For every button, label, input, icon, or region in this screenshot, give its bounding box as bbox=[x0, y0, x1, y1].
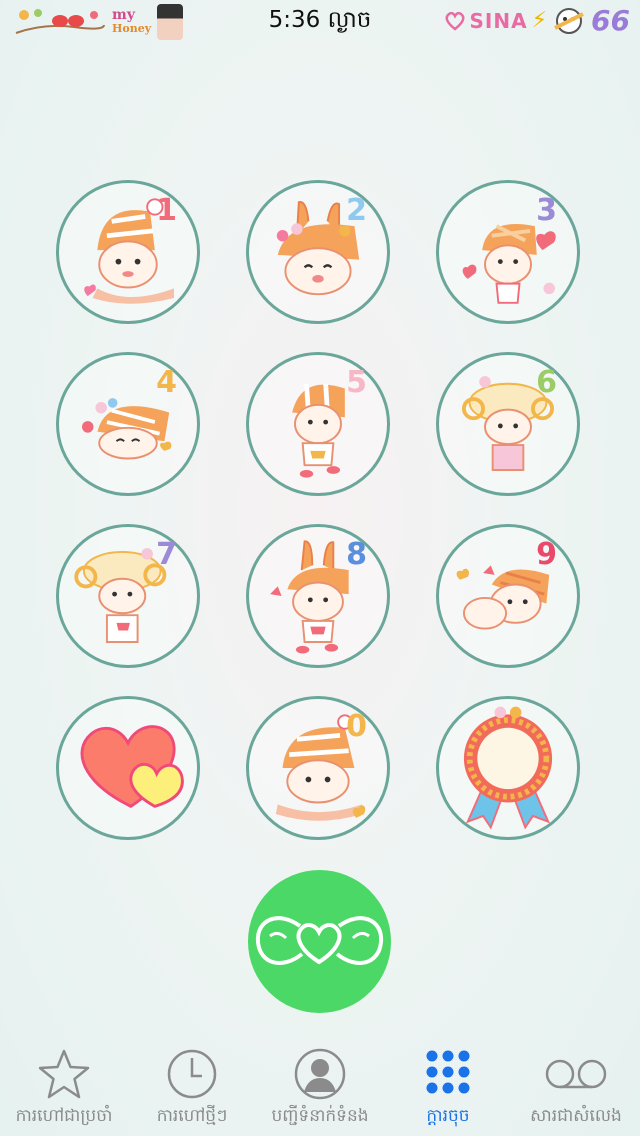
key-6[interactable]: 6 bbox=[436, 352, 580, 496]
tab-recents-label: ការហៅថ្មីៗ bbox=[156, 1106, 228, 1126]
call-button[interactable] bbox=[248, 870, 391, 1013]
badge-ribbon-icon bbox=[463, 706, 553, 830]
key-2[interactable]: 2 bbox=[246, 180, 390, 324]
digit-label: 1 bbox=[156, 193, 177, 228]
digit-label: 7 bbox=[156, 537, 177, 572]
voicemail-icon bbox=[545, 1059, 607, 1089]
key-3[interactable]: 3 bbox=[436, 180, 580, 324]
digit-label: 5 bbox=[346, 365, 367, 400]
tab-contacts-label: បញ្ជីទំនាក់ទំនង bbox=[271, 1106, 369, 1126]
contact-icon bbox=[294, 1048, 346, 1100]
key-1[interactable]: 1 bbox=[56, 180, 200, 324]
tab-keypad[interactable]: ក្តារចុច bbox=[384, 1040, 512, 1136]
tab-keypad-label: ក្តារចុច bbox=[426, 1106, 470, 1126]
keypad-icon bbox=[426, 1050, 470, 1094]
digit-label: 8 bbox=[346, 537, 367, 572]
keypad: 1 2 3 4 5 6 7 8 9 0 bbox=[0, 0, 640, 860]
digit-label: 4 bbox=[156, 365, 177, 400]
key-8[interactable]: 8 bbox=[246, 524, 390, 668]
key-0[interactable]: 0 bbox=[246, 696, 390, 840]
tab-voicemail[interactable]: សារជាសំលេង bbox=[512, 1040, 640, 1136]
key-5[interactable]: 5 bbox=[246, 352, 390, 496]
tab-favorites[interactable]: ការហៅជាប្រចាំ bbox=[0, 1040, 128, 1136]
digit-label: 2 bbox=[346, 193, 367, 228]
bow-heart-icon bbox=[255, 916, 384, 965]
digit-label: 0 bbox=[346, 709, 367, 744]
digit-label: 9 bbox=[536, 537, 557, 572]
digit-label: 3 bbox=[536, 193, 557, 228]
heart-icon bbox=[80, 725, 184, 808]
tab-contacts[interactable]: បញ្ជីទំនាក់ទំនង bbox=[256, 1040, 384, 1136]
tab-bar: ការហៅជាប្រចាំ ការហៅថ្មីៗ បញ្ជីទំនាក់ទំនង… bbox=[0, 1040, 640, 1136]
key-7[interactable]: 7 bbox=[56, 524, 200, 668]
clock-icon bbox=[167, 1049, 217, 1099]
key-hash[interactable] bbox=[436, 696, 580, 840]
key-4[interactable]: 4 bbox=[56, 352, 200, 496]
key-star[interactable] bbox=[56, 696, 200, 840]
tab-voicemail-label: សារជាសំលេង bbox=[530, 1106, 622, 1126]
tab-recents[interactable]: ការហៅថ្មីៗ bbox=[128, 1040, 256, 1136]
key-9[interactable]: 9 bbox=[436, 524, 580, 668]
star-icon bbox=[38, 1049, 90, 1099]
tab-favorites-label: ការហៅជាប្រចាំ bbox=[15, 1106, 113, 1126]
digit-label: 6 bbox=[536, 365, 557, 400]
